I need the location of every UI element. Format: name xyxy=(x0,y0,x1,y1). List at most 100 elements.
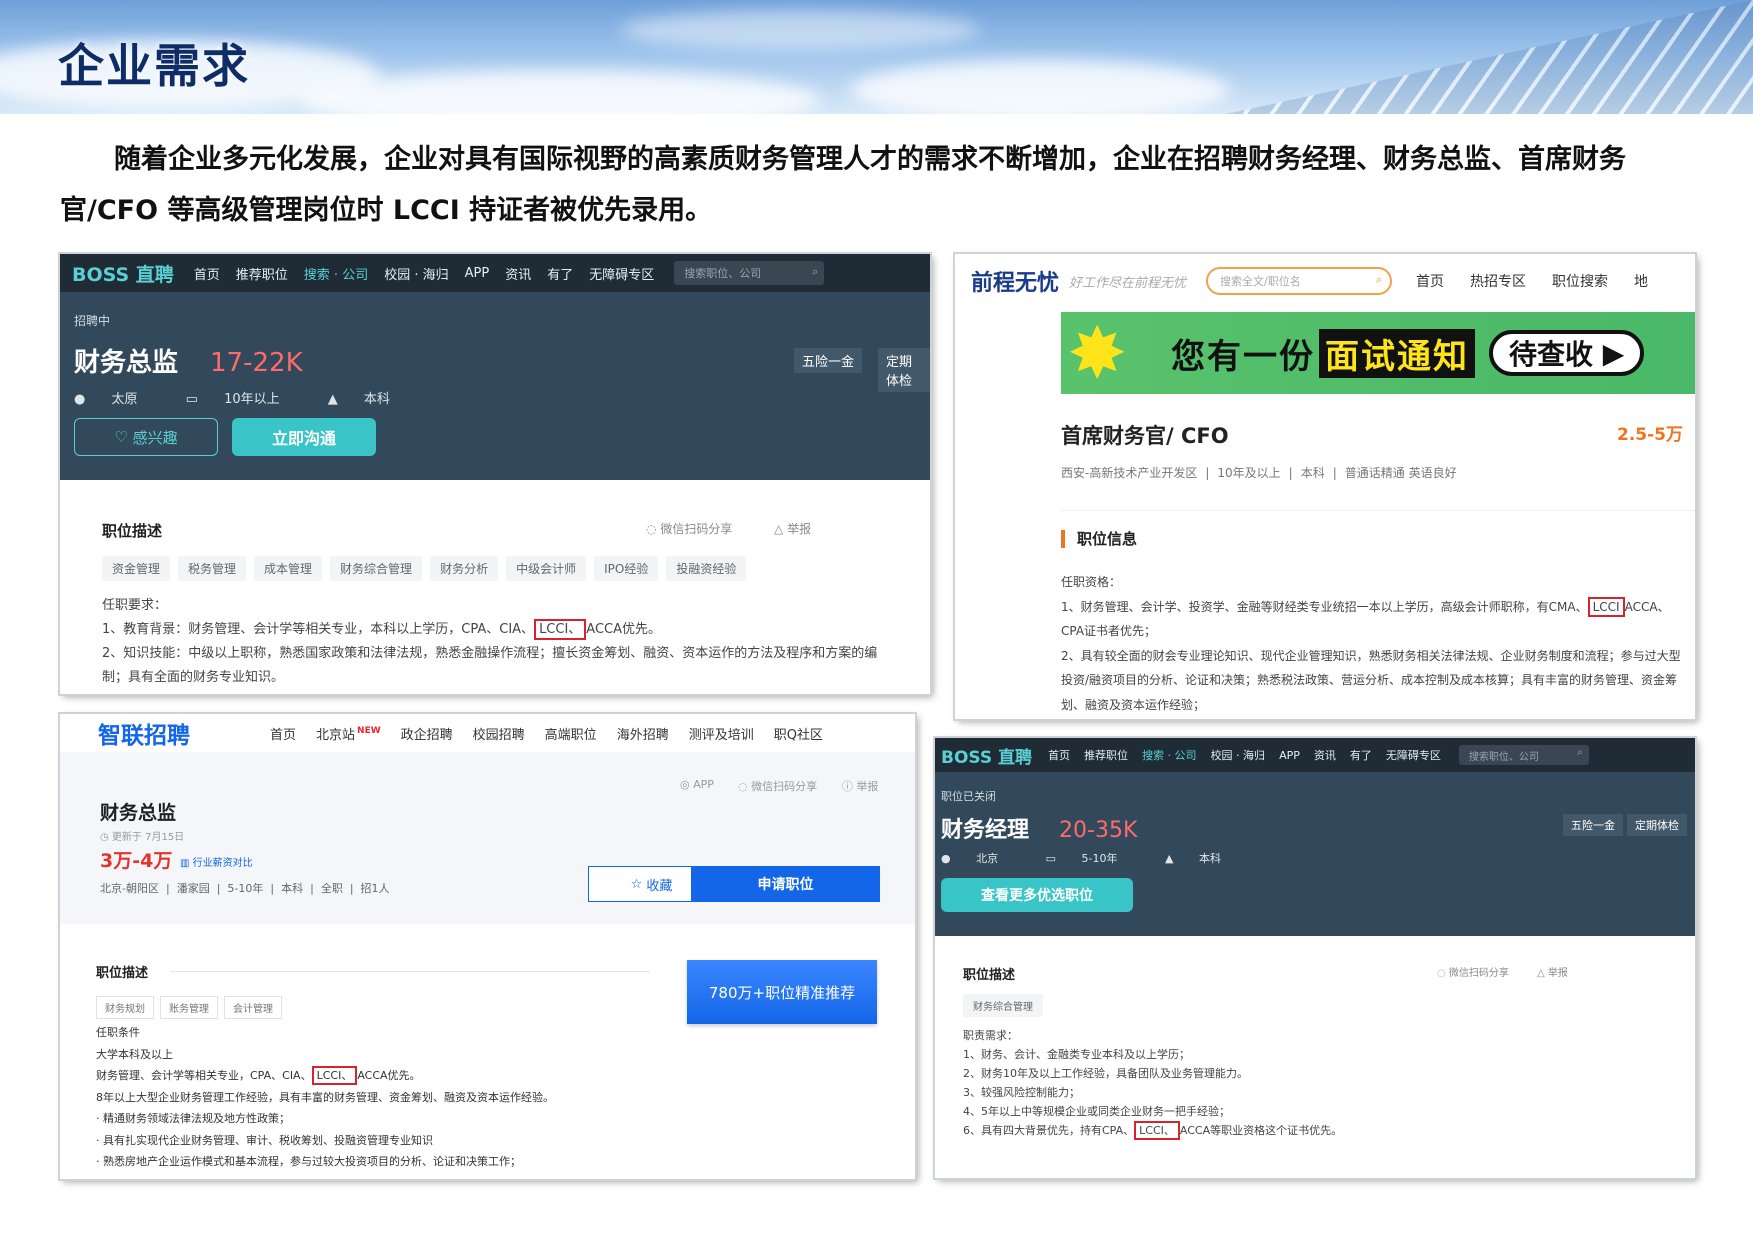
job-meta: 西安-高新技术产业开发区 | 10年及以上 | 本科 | 普通话精通 英语良好 xyxy=(1061,466,1457,480)
interest-button[interactable]: ♡ 感兴趣 xyxy=(74,418,218,456)
nav-campus[interactable]: 校园 · 海归 xyxy=(384,264,448,283)
skill-tag: 财务规划 xyxy=(96,996,154,1019)
report-link[interactable]: ⓘ 举报 xyxy=(842,778,879,794)
boss-navbar: BOSS 直聘 首页 推荐职位 搜索 · 公司 校园 · 海归 APP 资讯 有… xyxy=(60,254,930,292)
nav-accessible[interactable]: 无障碍专区 xyxy=(589,264,654,283)
interview-ad-banner[interactable]: ✸ 您有一份 面试通知 待查收 ▶ xyxy=(1061,312,1695,394)
slide: 企业需求 随着企业多元化发展，企业对具有国际视野的高素质财务管理人才的需求不断增… xyxy=(0,0,1753,1240)
job-title: 财务经理 xyxy=(941,818,1030,843)
nav-hot[interactable]: 热招专区 xyxy=(1470,271,1526,291)
nav-youle[interactable]: 有了 xyxy=(1350,747,1372,763)
search-input[interactable]: 搜索职位、公司 ⌕ xyxy=(1458,745,1589,765)
job-requirements: 职责需求： 1、财务、会计、金融类专业本科及以上学历； 2、财务10年及以上工作… xyxy=(963,1026,1663,1140)
warning-icon: △ xyxy=(774,522,784,536)
slogan: 好工作尽在前程无忧 xyxy=(1069,275,1187,291)
skill-tag: 财务分析 xyxy=(430,556,499,581)
more-jobs-button[interactable]: 查看更多优选职位 xyxy=(941,878,1133,912)
boss-screenshot-finance-manager: BOSS 直聘 首页 推荐职位 搜索 · 公司 校园 · 海归 APP 资讯 有… xyxy=(935,738,1695,1178)
cap-icon: ▲ xyxy=(327,392,338,407)
51job-screenshot-cfo: 前程无忧 好工作尽在前程无忧 搜索全文/职位名 ⌕ 首页 热招专区 职位搜索 地 … xyxy=(955,254,1695,719)
boss-screenshot-cfo: BOSS 直聘 首页 推荐职位 搜索 · 公司 校园 · 海归 APP 资讯 有… xyxy=(60,254,930,694)
51job-logo[interactable]: 前程无忧 xyxy=(971,265,1059,297)
apply-button[interactable]: 申请职位 xyxy=(691,866,880,902)
update-time: ◷ 更新于 7月15日 xyxy=(100,832,185,843)
chat-bubble-icon: ◌ xyxy=(1437,968,1446,979)
zhaopin-logo[interactable]: 智联招聘 xyxy=(98,716,190,750)
nav-app[interactable]: APP xyxy=(1279,749,1300,762)
location-icon: ● xyxy=(74,392,86,407)
new-badge: NEW xyxy=(357,726,381,737)
report-link[interactable]: △ 举报 xyxy=(774,520,811,537)
job-title: 财务总监 xyxy=(100,802,177,824)
nav-community[interactable]: 职Q社区 xyxy=(774,724,823,743)
nav-news[interactable]: 资讯 xyxy=(1314,747,1336,763)
skill-tag: 税务管理 xyxy=(178,556,247,581)
job-salary: 2.5-5万 xyxy=(1617,425,1683,445)
skill-tags: 资金管理 税务管理 成本管理 财务综合管理 财务分析 中级会计师 IPO经验 投融资经验 xyxy=(102,556,754,581)
salary-compare-link[interactable]: ▥ 行业薪资对比 xyxy=(180,854,253,869)
nav-campus[interactable]: 校园招聘 xyxy=(473,724,525,743)
briefcase-icon: ▭ xyxy=(185,392,198,407)
search-input[interactable]: 搜索全文/职位名 ⌕ xyxy=(1206,267,1393,295)
clock-icon: ◷ xyxy=(100,832,109,843)
nav-region[interactable]: 地 xyxy=(1634,271,1648,291)
report-link[interactable]: △ 举报 xyxy=(1537,964,1568,979)
skill-tags: 财务综合管理 xyxy=(963,994,1051,1017)
search-input[interactable]: 搜索职位、公司 ⌕ xyxy=(674,261,825,285)
warning-icon: △ xyxy=(1537,968,1545,979)
nav-search[interactable]: 搜索 · 公司 xyxy=(1142,747,1197,763)
nav-home[interactable]: 首页 xyxy=(1416,271,1444,291)
boss-logo[interactable]: BOSS 直聘 xyxy=(941,743,1032,768)
briefcase-icon: ▭ xyxy=(1045,852,1057,865)
nav-overseas[interactable]: 海外招聘 xyxy=(617,724,669,743)
lcci-highlight: LCCI、 xyxy=(311,1066,358,1085)
share-link[interactable]: ◌ 微信扫码分享 xyxy=(738,778,817,794)
skill-tag: 财务综合管理 xyxy=(330,556,423,581)
job-requirements: 任职条件 大学本科及以上 财务管理、会计学等相关专业，CPA、CIA、 LCCI、… xyxy=(96,1026,554,1168)
app-icon: ◎ xyxy=(680,778,690,791)
benefit-tag: 定期体检 xyxy=(1627,814,1687,836)
nav-gov[interactable]: 政企招聘 xyxy=(401,724,453,743)
recommend-ad[interactable]: 780万+职位精准推荐 xyxy=(687,960,877,1024)
nav-app[interactable]: APP xyxy=(465,266,490,281)
search-icon[interactable]: ⌕ xyxy=(812,265,818,279)
app-link[interactable]: ◎ APP xyxy=(680,778,714,791)
job-title: 首席财务官/ CFO xyxy=(1061,424,1229,448)
nav-youle[interactable]: 有了 xyxy=(547,264,573,283)
job-desc-card: 职位描述 ◌ 微信扫码分享 △ 举报 财务综合管理 职责需求： 1、财务、会计、… xyxy=(945,948,1687,1178)
zhaopin-navbar: 智联招聘 首页 北京站 NEW 政企招聘 校园招聘 高端职位 海外招聘 测评及培训… xyxy=(60,714,915,752)
nav-senior[interactable]: 高端职位 xyxy=(545,724,597,743)
nav-search[interactable]: 职位搜索 xyxy=(1552,271,1608,291)
skill-tag: 投融资经验 xyxy=(666,556,747,581)
nav-recommended[interactable]: 推荐职位 xyxy=(236,264,288,283)
skill-tag: 中级会计师 xyxy=(506,556,587,581)
nav-search[interactable]: 搜索 · 公司 xyxy=(304,264,368,283)
nav-training[interactable]: 测评及培训 xyxy=(689,724,754,743)
boss-logo[interactable]: BOSS 直聘 xyxy=(72,260,174,287)
job-salary: 3万-4万 xyxy=(100,850,173,872)
search-icon[interactable]: ⌕ xyxy=(1376,273,1382,287)
skill-tag: 财务综合管理 xyxy=(963,994,1043,1017)
nav-beijing[interactable]: 北京站 NEW xyxy=(316,724,381,742)
skill-tag: IPO经验 xyxy=(594,556,659,581)
share-link[interactable]: ◌ 微信扫码分享 xyxy=(646,520,732,537)
job-status: 职位已关闭 xyxy=(941,790,996,803)
nav-home[interactable]: 首页 xyxy=(194,264,220,283)
nav-campus[interactable]: 校园 · 海归 xyxy=(1211,747,1266,763)
lcci-highlight: LCCI、 xyxy=(534,619,587,640)
job-requirements: 任职要求： 1、教育背景：财务管理、会计学等相关专业，本科以上学历，CPA、CI… xyxy=(102,598,878,685)
benefit-tag: 五险一金 xyxy=(794,348,863,373)
nav-home[interactable]: 首页 xyxy=(270,724,296,743)
report-icon: ⓘ xyxy=(842,780,853,793)
play-icon: ▶ xyxy=(1602,336,1625,370)
share-link[interactable]: ◌ 微信扫码分享 xyxy=(1437,964,1509,979)
nav-news[interactable]: 资讯 xyxy=(505,264,531,283)
nav-home[interactable]: 首页 xyxy=(1048,747,1070,763)
nav-accessible[interactable]: 无障碍专区 xyxy=(1386,747,1441,763)
cap-icon: ▲ xyxy=(1164,852,1174,865)
search-icon[interactable]: ⌕ xyxy=(1577,747,1583,758)
chat-button[interactable]: 立即沟通 xyxy=(232,418,376,456)
nav-recommended[interactable]: 推荐职位 xyxy=(1084,747,1128,763)
job-desc-card: 职位描述 ◌ 微信扫码分享 △ 举报 资金管理 税务管理 成本管理 财务综合管理 财务分… xyxy=(74,498,916,694)
job-header: 招聘中 财务总监 17-22K ● 太原 ▭ 10年以上 ▲ 本科 五险一金 定… xyxy=(60,292,930,480)
